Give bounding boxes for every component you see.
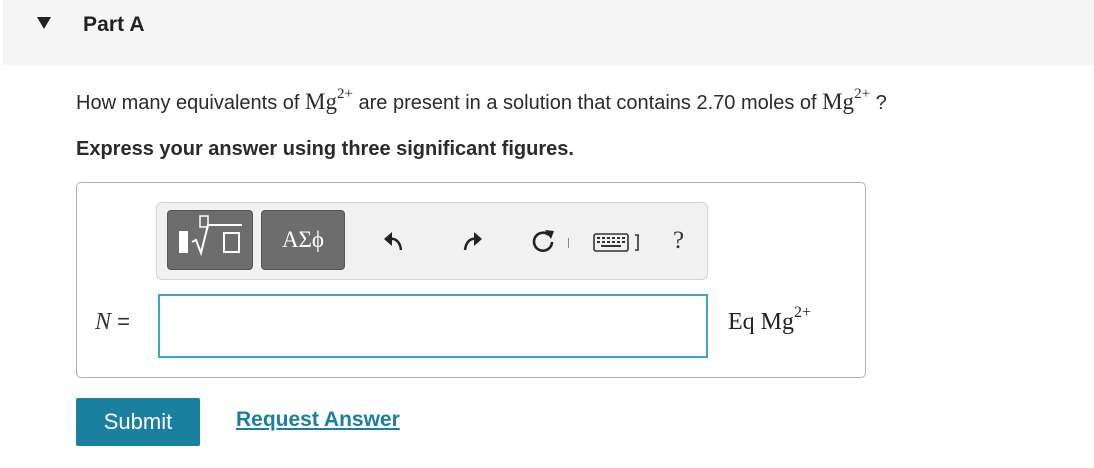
unit-label: Eq Mg2+ bbox=[728, 305, 811, 336]
ion-charge: 2+ bbox=[336, 86, 353, 102]
unit-main: Eq Mg bbox=[728, 309, 794, 335]
submit-button[interactable]: Submit bbox=[76, 398, 200, 446]
reset-icon[interactable] bbox=[530, 228, 556, 254]
triangle-down-icon[interactable] bbox=[37, 17, 51, 29]
ion-formula: Mg2+ bbox=[305, 86, 353, 115]
templates-sqrt-icon bbox=[179, 215, 242, 257]
divider-icon bbox=[568, 238, 569, 248]
symbols-label: ΑΣϕ bbox=[281, 227, 325, 252]
equals-sign: = bbox=[111, 309, 130, 334]
part-title: Part A bbox=[83, 13, 145, 36]
question-suffix: ? bbox=[870, 92, 887, 114]
variable-name: N bbox=[95, 309, 112, 335]
keyboard-icon[interactable] bbox=[593, 231, 645, 253]
question-middle: are present in a solution that contains … bbox=[352, 92, 823, 114]
help-button[interactable]: ? bbox=[673, 227, 684, 255]
templates-button[interactable] bbox=[167, 210, 253, 270]
ion-symbol: Mg bbox=[305, 89, 337, 114]
variable-label: N = bbox=[95, 309, 130, 336]
undo-arrow-icon[interactable] bbox=[382, 229, 406, 253]
ion-symbol-2: Mg bbox=[822, 89, 855, 114]
instruction-text: Express your answer using three signific… bbox=[76, 138, 574, 160]
symbols-button[interactable]: ΑΣϕ bbox=[261, 210, 345, 270]
unit-charge: 2+ bbox=[794, 304, 812, 321]
question-prefix: How many equivalents of bbox=[76, 92, 306, 114]
request-answer-link[interactable]: Request Answer bbox=[236, 408, 400, 432]
answer-box: ΑΣϕ ? N = Eq Mg2+ bbox=[76, 182, 866, 378]
question-text: How many equivalents of Mg2+ are present… bbox=[76, 86, 887, 115]
redo-arrow-icon[interactable] bbox=[460, 229, 484, 253]
math-toolbar: ΑΣϕ ? bbox=[156, 202, 708, 280]
ion-formula-2: Mg2+ bbox=[822, 86, 871, 115]
answer-input[interactable] bbox=[158, 294, 708, 358]
part-header: Part A bbox=[3, 0, 1094, 65]
ion-charge-2: 2+ bbox=[854, 86, 871, 102]
